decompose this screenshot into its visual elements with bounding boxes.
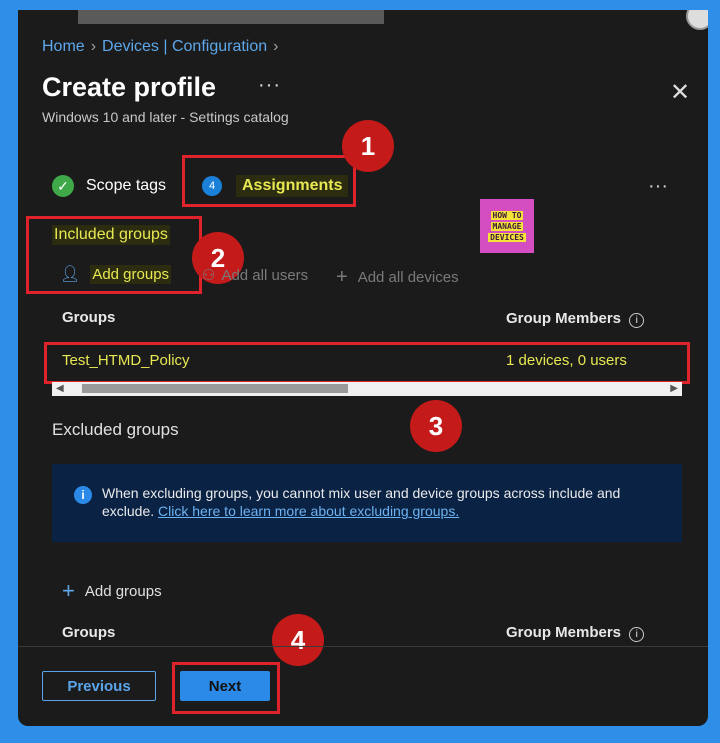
page-subtitle: Windows 10 and later - Settings catalog <box>42 109 289 125</box>
add-groups-label: Add groups <box>90 264 172 284</box>
scrollbar-thumb[interactable] <box>82 384 348 393</box>
breadcrumb-home[interactable]: Home <box>42 38 85 55</box>
annotation-badge-3: 3 <box>410 400 462 452</box>
excluded-column-header-groups: Groups <box>62 624 116 641</box>
group-members-cell: 1 devices, 0 users <box>506 352 627 369</box>
info-banner: i When excluding groups, you cannot mix … <box>52 464 682 542</box>
chevron-right-icon: › <box>273 38 279 55</box>
users-icon: ⚇ <box>202 267 216 284</box>
info-banner-text: When excluding groups, you cannot mix us… <box>102 485 621 519</box>
previous-button[interactable]: Previous <box>42 671 156 701</box>
create-profile-window: Home › Devices | Configuration › Create pro… <box>18 10 708 726</box>
annotation-badge-1: 1 <box>342 120 394 172</box>
step-scope-tags-label: Scope tags <box>86 177 167 194</box>
breadcrumb: Home › Devices | Configuration › <box>42 38 284 56</box>
add-groups-button[interactable]: 👤︎ Add groups <box>60 264 172 284</box>
column-header-members: Group Members i <box>506 310 645 328</box>
column-header-groups: Groups <box>62 309 116 326</box>
next-button[interactable]: Next <box>180 671 270 701</box>
add-all-devices-label: Add all devices <box>357 269 459 286</box>
window-corner-icon <box>686 10 708 30</box>
annotation-box-assignments <box>182 155 356 207</box>
chevron-right-icon: › <box>90 38 97 55</box>
plus-icon: + <box>336 266 348 288</box>
table-horizontal-scrollbar[interactable]: ◀ ▶ <box>52 382 682 396</box>
footer-divider <box>18 646 708 647</box>
breadcrumb-devices[interactable]: Devices | Configuration <box>102 38 267 55</box>
more-options-icon[interactable]: ··· <box>258 74 281 97</box>
info-icon[interactable]: i <box>629 627 645 642</box>
step-scope-tags[interactable]: ✓ Scope tags <box>52 175 166 197</box>
plus-icon: + <box>62 578 75 603</box>
close-icon[interactable]: ✕ <box>670 78 690 107</box>
info-icon: i <box>74 486 92 504</box>
info-icon[interactable]: i <box>629 313 645 328</box>
checkmark-icon: ✓ <box>52 175 74 197</box>
how-to-manage-devices-logo: HOW TO MANAGE DEVICES <box>480 199 534 253</box>
page-title: Create profile <box>42 72 217 102</box>
ellipsis-icon[interactable]: ··· <box>648 175 668 198</box>
scroll-left-icon[interactable]: ◀ <box>56 383 64 394</box>
annotation-badge-4: 4 <box>272 614 324 666</box>
scroll-right-icon[interactable]: ▶ <box>670 383 678 394</box>
add-excluded-groups-label: Add groups <box>84 582 162 600</box>
person-icon: 👤︎ <box>60 266 81 283</box>
add-all-users-label: Add all users <box>221 266 309 284</box>
excluded-column-header-members: Group Members i <box>506 624 645 642</box>
add-excluded-groups-button[interactable]: + Add groups <box>62 578 162 604</box>
add-all-devices-button[interactable]: + Add all devices <box>336 266 459 289</box>
excluded-groups-label: Excluded groups <box>52 420 179 439</box>
group-name-cell[interactable]: Test_HTMD_Policy <box>62 352 190 369</box>
included-groups-label: Included groups <box>52 225 170 245</box>
top-scrollbar[interactable] <box>78 10 384 24</box>
add-all-users-button[interactable]: ⚇ Add all users <box>202 266 309 285</box>
learn-more-link[interactable]: Click here to learn more about excluding… <box>158 503 459 519</box>
